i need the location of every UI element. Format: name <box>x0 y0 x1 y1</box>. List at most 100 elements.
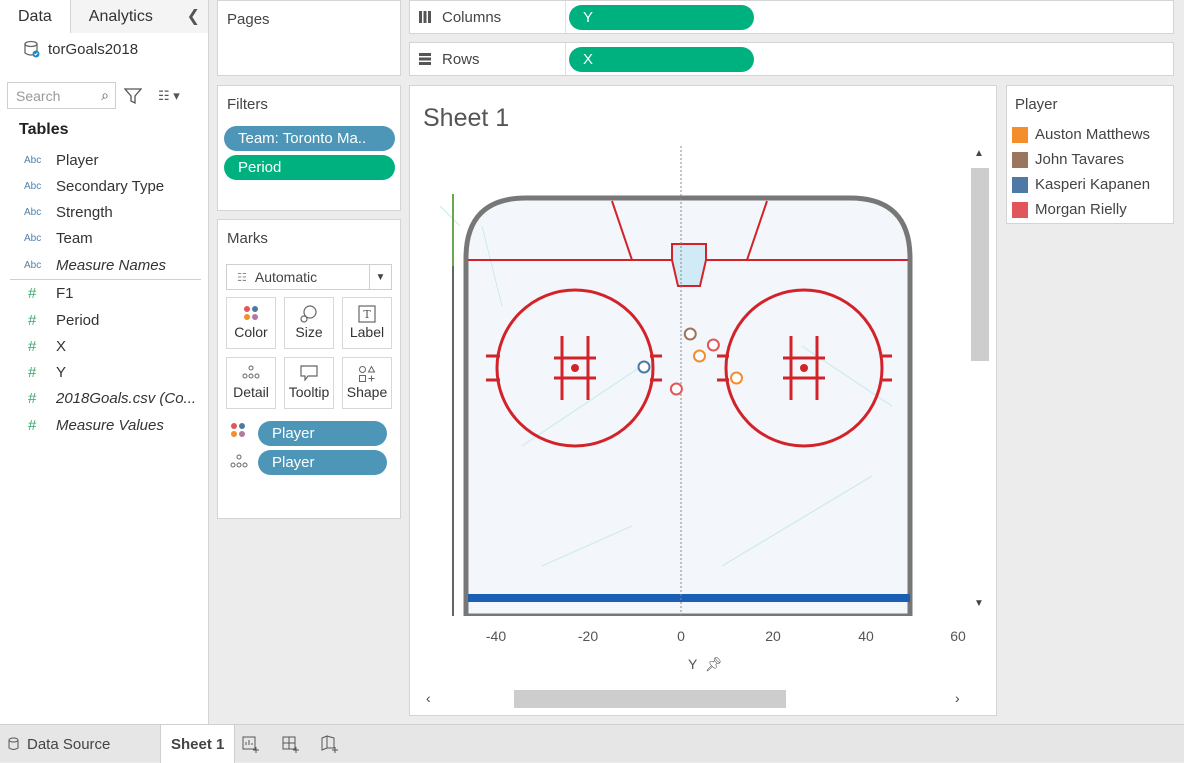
shape-button[interactable]: Shape <box>342 357 392 409</box>
x-axis-title[interactable]: Y 📌︎ <box>688 656 723 673</box>
goal-mark[interactable] <box>706 338 720 352</box>
columns-label: Columns <box>442 8 502 26</box>
field-player[interactable]: Abc Player <box>24 149 99 171</box>
field-label: Period <box>56 311 100 329</box>
x-tick: 20 <box>765 628 781 644</box>
filters-title: Filters <box>227 96 268 113</box>
view-list-icon[interactable]: ☷ ▾ <box>158 88 180 104</box>
marks-pill-detail-player[interactable]: Player <box>258 450 387 475</box>
datasource-name: torGoals2018 <box>48 40 139 58</box>
size-icon <box>285 298 333 324</box>
field-measure-names[interactable]: Abc Measure Names <box>24 254 166 276</box>
columns-pill-y[interactable]: Y <box>569 5 754 30</box>
legend-swatch <box>1012 201 1028 218</box>
label-button[interactable]: T Label <box>342 297 392 349</box>
filter-icon[interactable] <box>124 87 142 105</box>
columns-icon <box>419 11 431 23</box>
goal-mark[interactable] <box>669 382 683 396</box>
rows-shelf[interactable]: Rows X <box>409 42 1174 76</box>
tooltip-button[interactable]: Tooltip <box>284 357 334 409</box>
detail-button[interactable]: Detail <box>226 357 276 409</box>
field-label: Measure Values <box>56 416 164 434</box>
legend-swatch <box>1012 176 1028 193</box>
legend-label: Kasperi Kapanen <box>1035 176 1151 193</box>
scroll-left-icon[interactable]: ‹ <box>426 690 431 706</box>
scroll-right-icon[interactable]: › <box>955 690 960 706</box>
search-input[interactable]: Search ⌕ <box>7 82 116 109</box>
legend-label: Morgan Rielly <box>1035 201 1127 218</box>
rows-pill-x[interactable]: X <box>569 47 754 72</box>
field-label: Team <box>56 229 93 247</box>
number-icon: # <box>28 363 37 381</box>
x-tick: -40 <box>485 628 507 644</box>
legend-item[interactable]: Morgan Rielly <box>1012 201 1127 218</box>
pages-title: Pages <box>227 11 270 28</box>
string-icon: Abc <box>24 180 42 192</box>
marks-title: Marks <box>227 230 268 247</box>
field-label: Measure Names <box>56 256 167 274</box>
chevron-down-icon: ▼ <box>369 265 391 289</box>
field-y[interactable]: # Y <box>24 361 66 383</box>
marks-pill-color-player[interactable]: Player <box>258 421 387 446</box>
x-tick: 40 <box>858 628 874 644</box>
scroll-thumb[interactable] <box>514 690 786 708</box>
goal-mark[interactable] <box>693 349 706 363</box>
number-icon: # <box>28 389 37 407</box>
goal-mark[interactable] <box>730 371 743 385</box>
string-icon: Abc <box>24 154 42 166</box>
goal-mark[interactable] <box>637 360 651 374</box>
x-tick: -20 <box>577 628 599 644</box>
color-button[interactable]: Color <box>226 297 276 349</box>
x-tick: 60 <box>950 628 966 644</box>
pages-card[interactable]: Pages <box>217 0 401 76</box>
field-label: Secondary Type <box>56 177 165 195</box>
detail-icon <box>230 454 248 468</box>
database-icon <box>8 737 19 750</box>
legend-item[interactable]: Auston Matthews <box>1012 126 1150 143</box>
string-icon: Abc <box>24 232 42 244</box>
tab-sheet-1[interactable]: Sheet 1 <box>160 725 236 763</box>
scroll-down-icon[interactable]: ▼ <box>974 598 984 609</box>
datasource-item[interactable]: torGoals2018 <box>24 40 138 58</box>
data-pane: Data Analytics ❮ torGoals2018 Search ⌕ ☷… <box>0 0 209 724</box>
new-worksheet-icon[interactable] <box>242 725 260 763</box>
string-icon: Abc <box>24 259 42 271</box>
collapse-pane-icon[interactable]: ❮ <box>187 6 200 26</box>
field-strength[interactable]: Abc Strength <box>24 201 113 223</box>
field-f1[interactable]: # F1 <box>24 282 74 304</box>
scroll-up-icon[interactable]: ▲ <box>974 148 984 159</box>
vertical-scrollbar[interactable]: ▲ ▼ <box>970 146 990 616</box>
field-secondary-type[interactable]: Abc Secondary Type <box>24 175 164 197</box>
tab-data[interactable]: Data <box>0 0 71 33</box>
filter-pill-period[interactable]: Period <box>224 155 395 180</box>
legend-item[interactable]: Kasperi Kapanen <box>1012 176 1150 193</box>
plot-area[interactable] <box>422 146 972 616</box>
field-x[interactable]: # X <box>24 335 66 357</box>
filters-card[interactable]: Filters Team: Toronto Ma.. Period <box>217 85 401 211</box>
field-team[interactable]: Abc Team <box>24 227 93 249</box>
field-count[interactable]: #2018Goals.csv (Co... <box>24 387 196 409</box>
rows-icon <box>419 53 431 65</box>
new-story-icon[interactable] <box>321 725 339 763</box>
rink-image <box>439 194 913 616</box>
goal-mark[interactable] <box>683 327 697 341</box>
legend-swatch <box>1012 151 1028 168</box>
new-dashboard-icon[interactable] <box>282 725 300 763</box>
size-button[interactable]: Size <box>284 297 334 349</box>
tooltip-label: Tooltip <box>288 384 330 400</box>
mark-type-icon: ☷ <box>237 271 247 284</box>
filter-pill-team[interactable]: Team: Toronto Ma.. <box>224 126 395 151</box>
field-measure-values[interactable]: # Measure Values <box>24 414 164 436</box>
legend-item[interactable]: John Tavares <box>1012 151 1124 168</box>
legend-swatch <box>1012 126 1028 143</box>
legend-title: Player <box>1015 96 1058 113</box>
sheet-tab-bar: Data Source Sheet 1 <box>0 724 1184 763</box>
field-period[interactable]: # Period <box>24 309 99 331</box>
data-source-tab[interactable]: Data Source <box>8 725 110 763</box>
string-icon: Abc <box>24 206 42 218</box>
columns-shelf[interactable]: Columns Y <box>409 0 1174 34</box>
marks-detail-row <box>230 454 248 468</box>
mark-type-dropdown[interactable]: ☷ Automatic ▼ <box>226 264 392 290</box>
scroll-thumb[interactable] <box>971 168 989 361</box>
horizontal-scrollbar[interactable]: ‹ › <box>422 689 972 709</box>
